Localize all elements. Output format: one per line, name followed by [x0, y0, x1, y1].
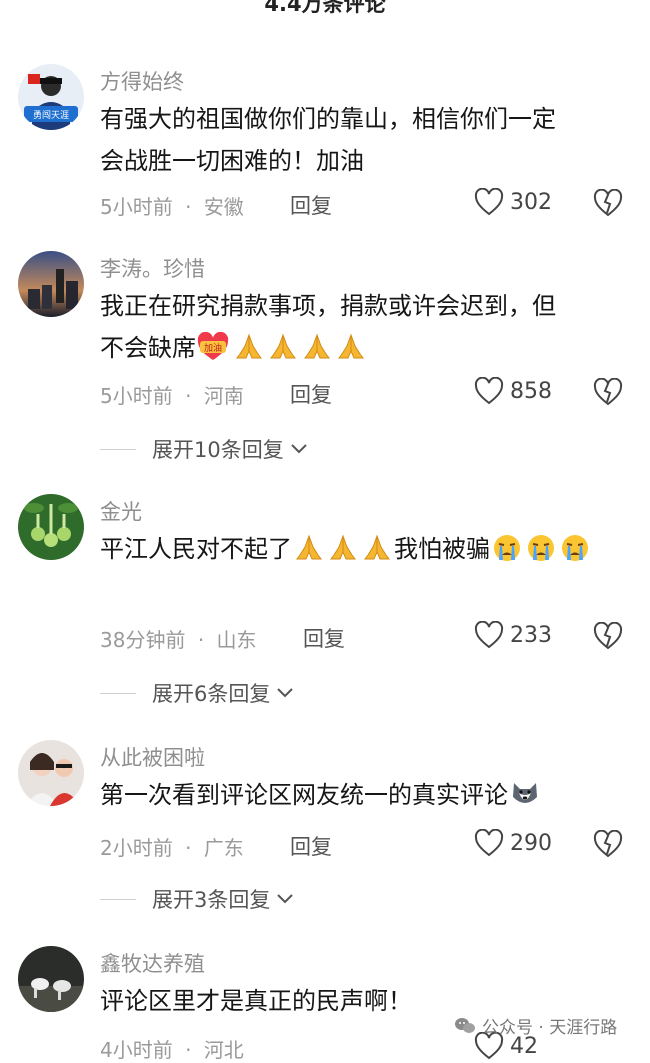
- heart-icon: [474, 377, 504, 405]
- comment-count-header: 4.4万条评论: [0, 0, 650, 26]
- comment-time: 38分钟前: [100, 628, 186, 652]
- meta-separator: ·: [185, 1038, 192, 1062]
- wechat-icon: [455, 1017, 475, 1033]
- divider: [100, 898, 136, 900]
- expand-replies-button[interactable]: 展开10条回复: [100, 434, 308, 464]
- meta-separator: ·: [197, 628, 205, 652]
- like-button[interactable]: 302: [474, 188, 552, 216]
- comment-text-line: 会战胜一切困难的！加油: [100, 147, 364, 175]
- dislike-button[interactable]: [593, 829, 623, 862]
- reply-button[interactable]: 回复: [290, 190, 332, 220]
- dislike-heart-icon: [593, 377, 623, 406]
- comment-text-fragment: 不会缺席: [100, 334, 196, 362]
- prayer-hands-emoji: [304, 333, 330, 359]
- avatar[interactable]: 勇闯天涯: [18, 64, 84, 130]
- heart-icon: [474, 188, 504, 216]
- heart-icon: [474, 829, 504, 857]
- like-button[interactable]: 858: [474, 377, 552, 405]
- comment-time: 4小时前: [100, 1038, 173, 1062]
- comment-meta: 5小时前 · 河南: [100, 380, 244, 409]
- meta-separator: ·: [185, 836, 192, 860]
- dislike-heart-icon: [593, 621, 623, 650]
- watermark: 公众号 · 天涯行路: [454, 1013, 617, 1038]
- expand-replies-button[interactable]: 展开6条回复: [100, 678, 294, 708]
- avatar[interactable]: [18, 946, 84, 1012]
- comment-username[interactable]: 李涛。珍惜: [100, 253, 205, 283]
- prayer-hands-emoji: [296, 534, 322, 560]
- comment-time: 2小时前: [100, 836, 173, 860]
- comment-text-line: 不会缺席 加油: [100, 327, 630, 369]
- like-count: 858: [510, 378, 552, 404]
- prayer-hands-emoji: [364, 534, 390, 560]
- chevron-down-icon: [277, 894, 294, 904]
- like-button[interactable]: 233: [474, 621, 552, 649]
- comment-time: 5小时前: [100, 384, 173, 408]
- crying-face-emoji: [528, 535, 554, 561]
- comment-count-title: 4.4万条评论: [264, 0, 386, 16]
- chevron-down-icon: [291, 444, 307, 454]
- comment-time: 5小时前: [100, 195, 173, 219]
- reply-button[interactable]: 回复: [303, 623, 345, 653]
- comment-location: 河南: [203, 384, 244, 408]
- heart-icon: [474, 621, 504, 649]
- comment-username[interactable]: 方得始终: [100, 66, 184, 96]
- comment-location: 广东: [203, 836, 244, 860]
- crying-face-emoji: [494, 535, 520, 561]
- expand-replies-label: 展开6条回复: [152, 682, 271, 706]
- prayer-hands-emoji: [338, 333, 364, 359]
- comment-meta: 38分钟前 · 山东: [100, 624, 257, 653]
- expand-replies-button[interactable]: 展开3条回复: [100, 884, 294, 914]
- comment-username[interactable]: 鑫牧达养殖: [100, 948, 205, 978]
- comment-location: 山东: [216, 628, 257, 652]
- comment-text-fragment: 平江人民对不起了: [100, 535, 292, 563]
- comment-text: 平江人民对不起了 我怕被骗: [100, 528, 630, 570]
- dislike-button[interactable]: [593, 188, 623, 221]
- jiayou-sticker-icon: 加油: [197, 332, 229, 360]
- like-count: 233: [510, 622, 552, 648]
- comment-location: 河北: [203, 1038, 244, 1062]
- comment-text-fragment: 我怕被骗: [394, 535, 490, 563]
- comment-text: 我正在研究捐款事项，捐款或许会迟到，但 不会缺席 加油: [100, 285, 630, 369]
- crying-face-emoji: [562, 535, 588, 561]
- avatar[interactable]: [18, 740, 84, 806]
- comment-text: 有强大的祖国做你们的靠山，相信你们一定 会战胜一切困难的！加油: [100, 98, 630, 182]
- avatar[interactable]: [18, 494, 84, 560]
- prayer-hands-emoji: [236, 333, 262, 359]
- comment-meta: 5小时前 · 安徽: [100, 191, 244, 220]
- avatar-text: 勇闯天涯: [33, 110, 69, 121]
- comment-meta: 2小时前 · 广东: [100, 832, 244, 861]
- divider: [100, 692, 136, 694]
- like-button[interactable]: 290: [474, 829, 552, 857]
- dislike-button[interactable]: [593, 377, 623, 410]
- meta-separator: ·: [185, 384, 192, 408]
- comment-text-line: 我正在研究捐款事项，捐款或许会迟到，但: [100, 292, 556, 320]
- divider: [100, 448, 136, 450]
- dislike-button[interactable]: [593, 621, 623, 654]
- husky-emoji: [513, 783, 537, 803]
- meta-separator: ·: [185, 195, 192, 219]
- comment-text-line: 有强大的祖国做你们的靠山，相信你们一定: [100, 105, 556, 133]
- comment-text-fragment: 第一次看到评论区网友统一的真实评论: [100, 781, 508, 809]
- comment-location: 安徽: [203, 195, 244, 219]
- reply-button[interactable]: 回复: [290, 379, 332, 409]
- watermark-text: 公众号 · 天涯行路: [482, 1018, 618, 1038]
- reply-button[interactable]: 回复: [290, 831, 332, 861]
- sticker-text: 加油: [204, 342, 222, 354]
- prayer-hands-emoji: [330, 534, 356, 560]
- chevron-down-icon: [277, 688, 294, 698]
- comment-text: 第一次看到评论区网友统一的真实评论: [100, 774, 630, 816]
- prayer-hands-emoji: [270, 333, 296, 359]
- comment-username[interactable]: 金光: [100, 496, 142, 526]
- like-count: 290: [510, 830, 552, 856]
- expand-replies-label: 展开10条回复: [152, 438, 284, 462]
- expand-replies-label: 展开3条回复: [152, 888, 271, 912]
- avatar[interactable]: [18, 251, 84, 317]
- like-count: 302: [510, 189, 552, 215]
- comment-username[interactable]: 从此被困啦: [100, 742, 205, 772]
- comment-meta: 4小时前 · 河北: [100, 1034, 244, 1063]
- dislike-heart-icon: [593, 188, 623, 217]
- dislike-heart-icon: [593, 829, 623, 858]
